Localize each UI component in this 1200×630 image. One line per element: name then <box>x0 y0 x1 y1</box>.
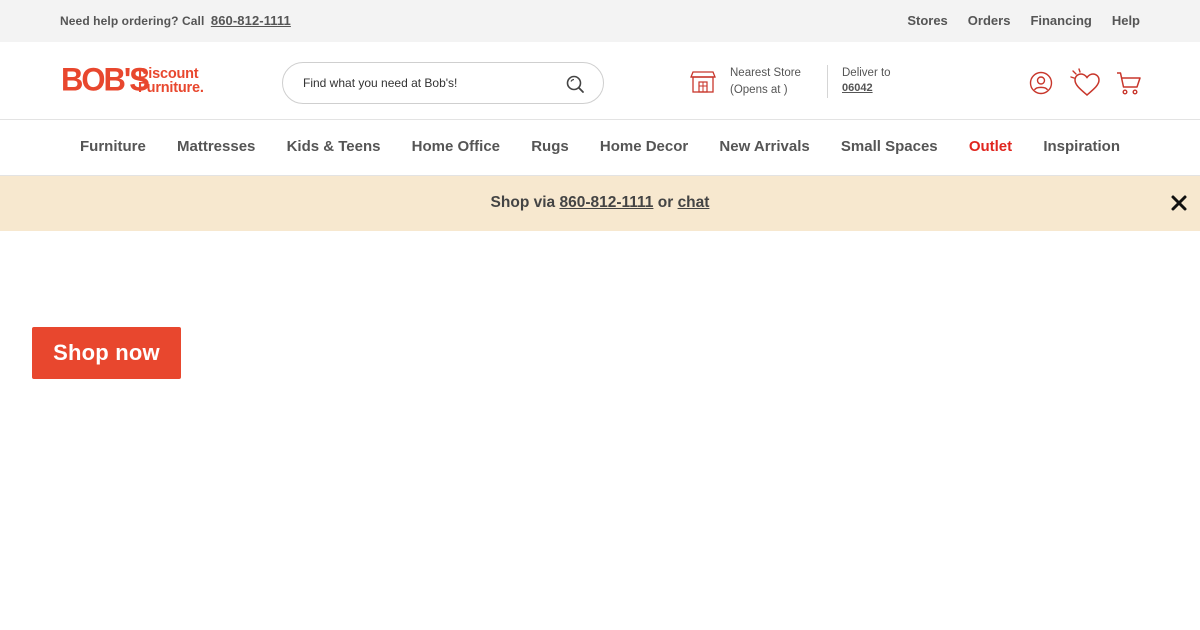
orders-link[interactable]: Orders <box>968 13 1011 28</box>
nav-kids-teens[interactable]: Kids & Teens <box>287 138 381 155</box>
search-bar <box>282 62 604 104</box>
help-text: Need help ordering? Call <box>60 14 205 28</box>
nav-small-spaces[interactable]: Small Spaces <box>841 138 938 155</box>
banner-chat-link[interactable]: chat <box>678 194 710 211</box>
financing-link[interactable]: Financing <box>1030 13 1091 28</box>
search-input[interactable] <box>303 63 553 103</box>
deliver-label: Deliver to <box>842 67 891 79</box>
utility-links: Stores Orders Financing Help <box>907 13 1140 28</box>
main-nav: Furniture Mattresses Kids & Teens Home O… <box>0 120 1200 176</box>
logo-line2: Furniture. <box>138 80 204 96</box>
close-icon[interactable] <box>1170 194 1188 212</box>
bobs-logo[interactable]: BOB'S Discount Furniture. <box>61 63 241 97</box>
nearest-store[interactable]: Nearest Store (Opens at ) <box>690 66 830 102</box>
cart-icon[interactable] <box>1116 66 1142 100</box>
nav-rugs[interactable]: Rugs <box>531 138 569 155</box>
nav-new-arrivals[interactable]: New Arrivals <box>719 138 809 155</box>
site-header: BOB'S Discount Furniture. Nearest Store <box>0 42 1200 120</box>
banner-text: Shop via 860-812-1111 or chat <box>0 194 1200 212</box>
nav-furniture[interactable]: Furniture <box>80 138 146 155</box>
logo-brand: BOB'S <box>61 61 150 98</box>
shop-now-button[interactable]: Shop now <box>32 327 181 379</box>
nav-home-decor[interactable]: Home Decor <box>600 138 688 155</box>
zip-code-link[interactable]: 06042 <box>842 82 891 94</box>
store-hours: (Opens at ) <box>730 84 788 96</box>
search-icon[interactable] <box>565 74 585 94</box>
nav-home-office[interactable]: Home Office <box>412 138 500 155</box>
account-icon[interactable] <box>1028 66 1054 100</box>
help-link[interactable]: Help <box>1112 13 1140 28</box>
nav-outlet[interactable]: Outlet <box>969 138 1012 155</box>
promo-banner: Shop via 860-812-1111 or chat <box>0 176 1200 231</box>
store-title: Nearest Store <box>730 67 801 79</box>
store-icon <box>690 71 716 93</box>
help-ordering: Need help ordering? Call 860-812-1111 <box>60 13 291 28</box>
nav-mattresses[interactable]: Mattresses <box>177 138 255 155</box>
header-divider <box>827 65 828 98</box>
banner-connector: or <box>657 194 674 211</box>
banner-phone-link[interactable]: 860-812-1111 <box>559 194 653 211</box>
nav-inspiration[interactable]: Inspiration <box>1043 138 1120 155</box>
utility-bar: Need help ordering? Call 860-812-1111 St… <box>0 0 1200 42</box>
nav-items: Furniture Mattresses Kids & Teens Home O… <box>80 138 1120 155</box>
stores-link[interactable]: Stores <box>907 13 947 28</box>
wishlist-icon[interactable] <box>1068 66 1102 100</box>
header-icons <box>1028 66 1142 100</box>
help-phone-link[interactable]: 860-812-1111 <box>211 13 291 28</box>
deliver-to: Deliver to 06042 <box>842 67 891 94</box>
banner-prefix: Shop via <box>490 194 556 211</box>
